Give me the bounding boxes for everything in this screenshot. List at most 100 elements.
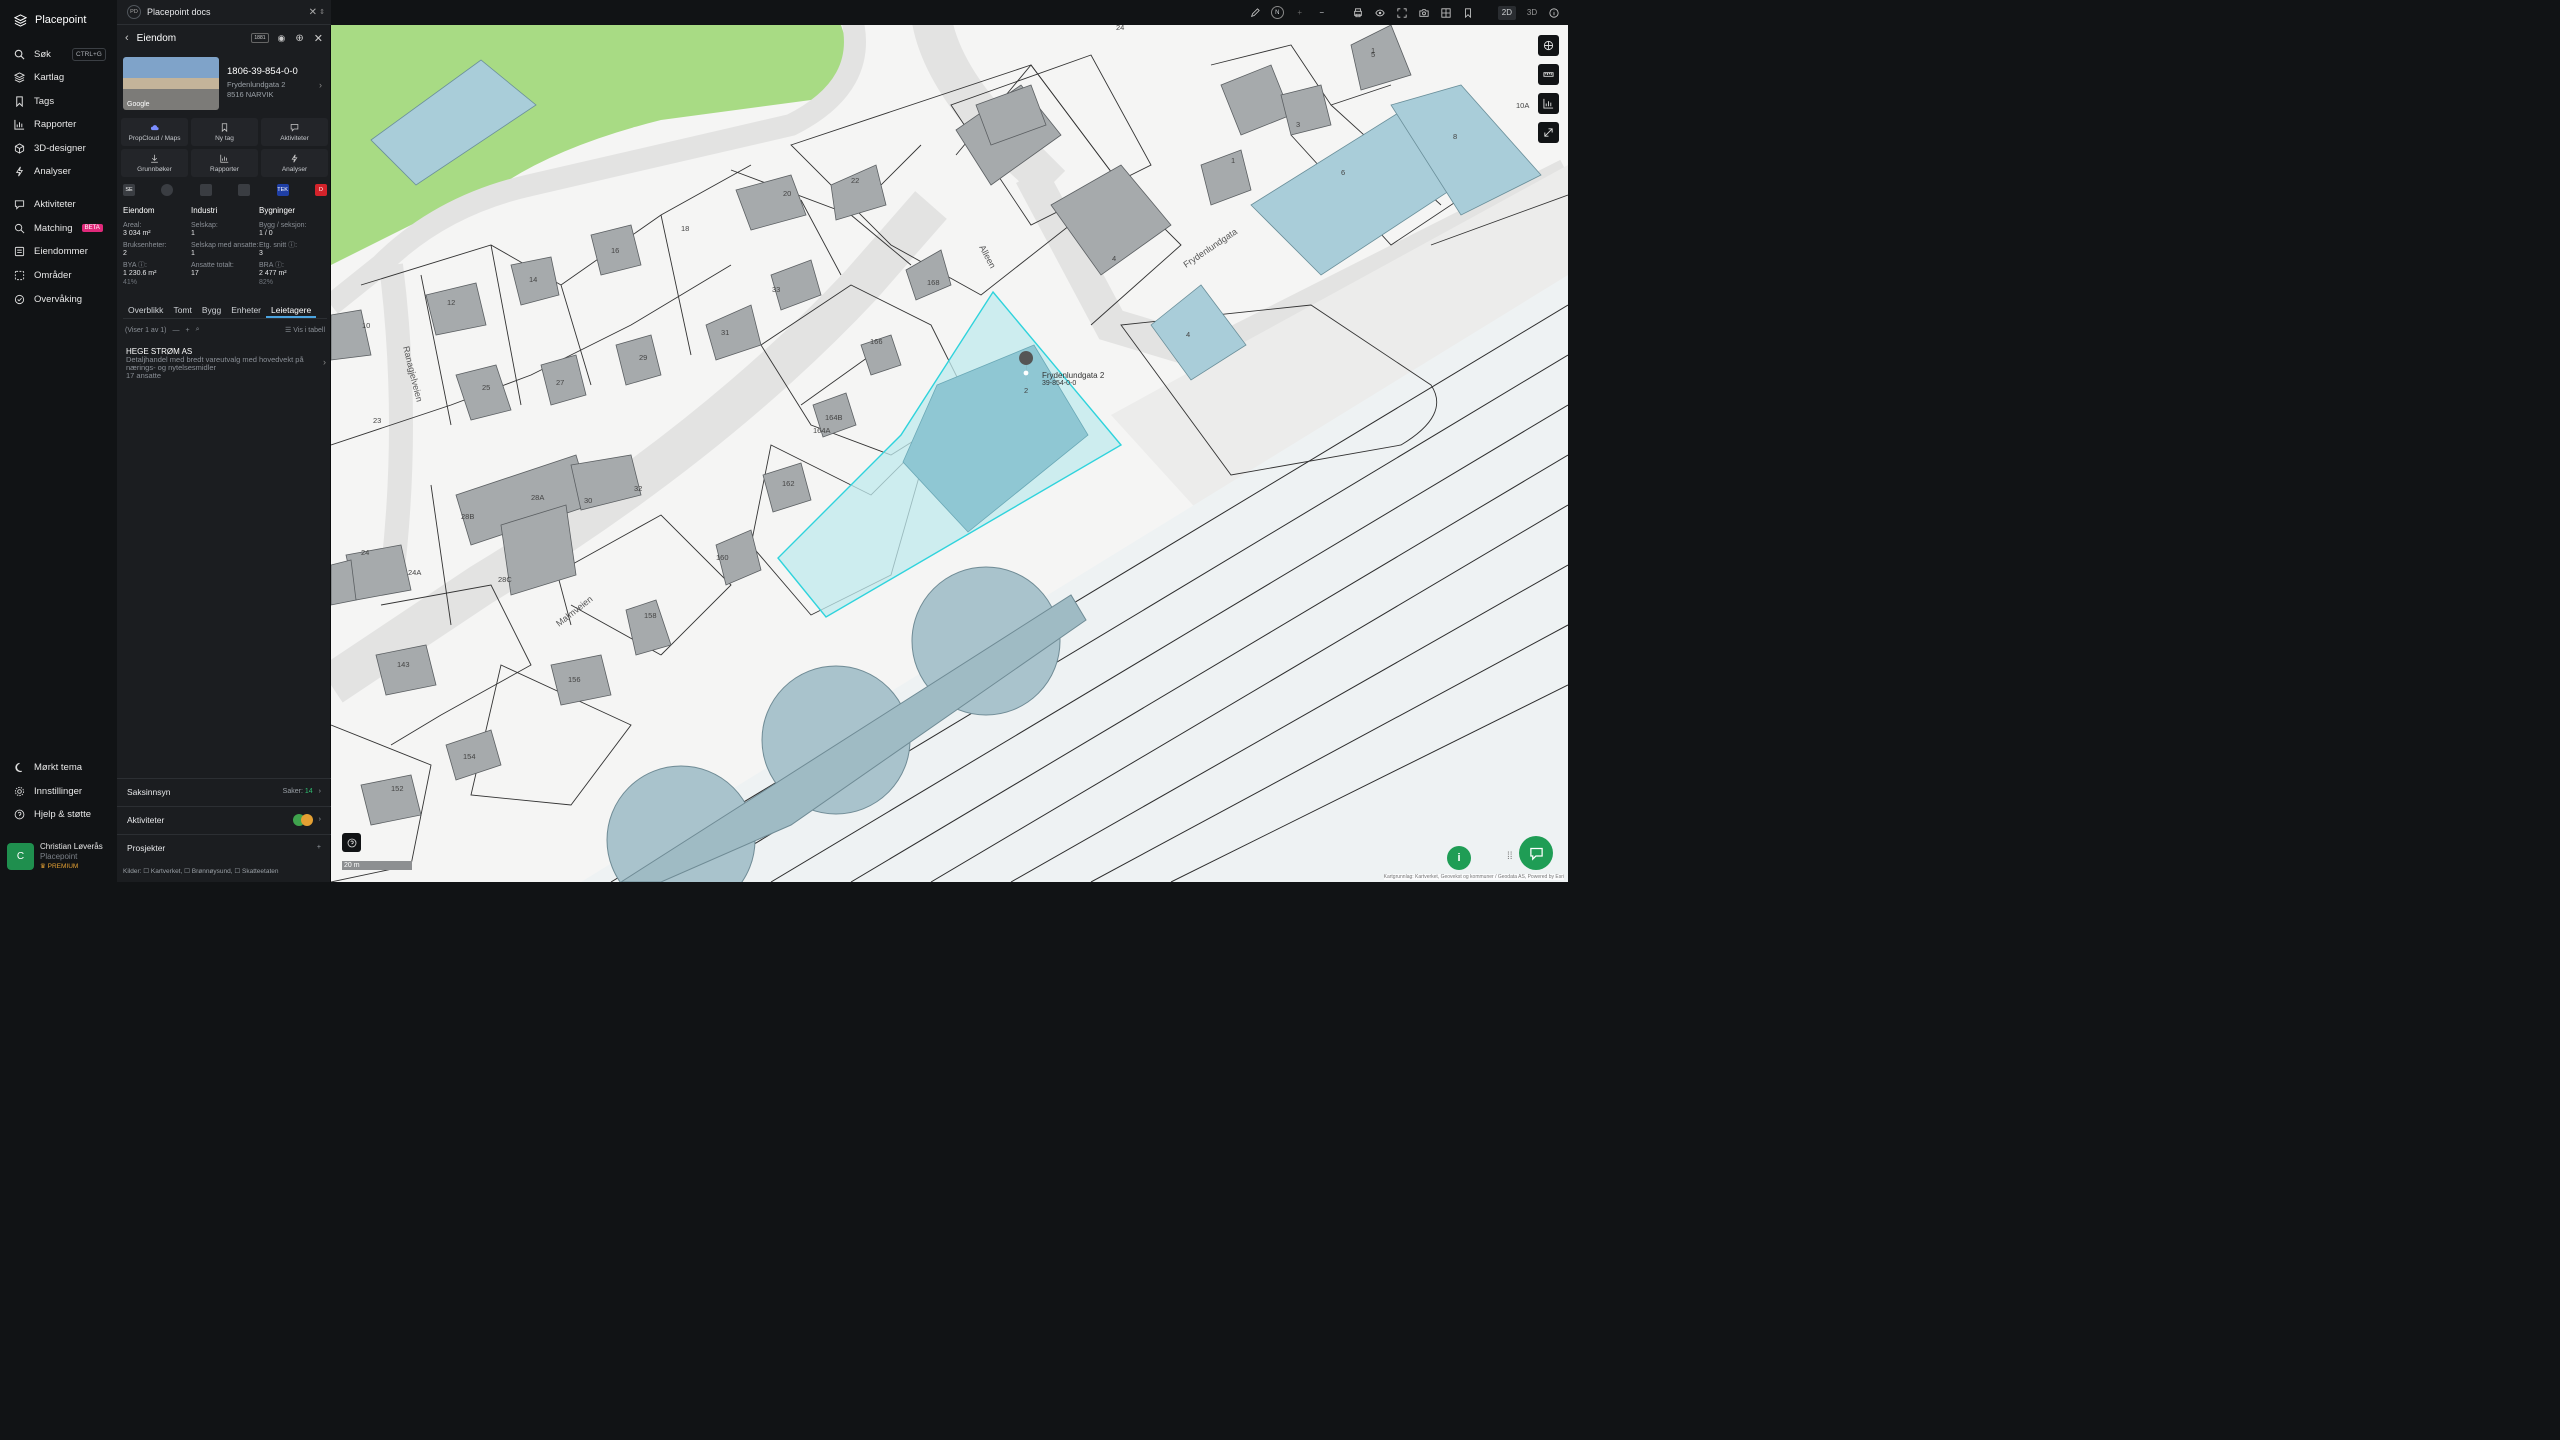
stat-selskap: 1: [191, 230, 195, 237]
grid-icon[interactable]: [1440, 6, 1452, 20]
1881-icon[interactable]: 1881: [251, 33, 269, 43]
nav-search[interactable]: Søk: [14, 45, 51, 63]
eye-icon[interactable]: [1374, 6, 1386, 20]
zoom-out-button[interactable]: −: [1316, 6, 1328, 20]
docs-tab[interactable]: PD Placepoint docs ✕ ⇕: [117, 0, 331, 25]
chevron-right-icon[interactable]: ›: [319, 80, 322, 90]
new-tag-button[interactable]: Ny tag: [191, 118, 258, 146]
user-name: Christian Løverås: [40, 841, 103, 851]
source-plant-icon[interactable]: [199, 184, 212, 196]
layers-tool-icon[interactable]: [1538, 35, 1559, 56]
minus-icon[interactable]: —: [173, 327, 180, 334]
chevron-right-icon: ›: [318, 788, 321, 795]
stat-bra: 2 477 m²: [259, 270, 287, 277]
chart-tool-icon[interactable]: [1538, 93, 1559, 114]
measure-tool-icon[interactable]: [1538, 64, 1559, 85]
selected-address-label: Frydenlundgata 2: [1042, 371, 1105, 380]
nav-matching[interactable]: Matching BETA: [14, 219, 103, 237]
eye-icon[interactable]: ◉: [278, 33, 286, 44]
tab-enheter[interactable]: Enheter: [226, 305, 266, 318]
draw-icon[interactable]: [1249, 6, 1261, 20]
section-title: Prosjekter: [127, 842, 166, 853]
source-se-icon[interactable]: SE: [123, 184, 135, 196]
user-profile[interactable]: C Christian Løverås Placepoint ♛ PREMIUM: [7, 840, 111, 873]
docs-tab-title: Placepoint docs: [147, 7, 211, 17]
source-bars-icon[interactable]: [238, 184, 251, 196]
source-globe-icon[interactable]: [161, 184, 174, 196]
house-number: 4: [1186, 330, 1190, 339]
analyses-button[interactable]: Analyser: [261, 149, 328, 177]
source-d-icon[interactable]: D: [314, 184, 327, 196]
nav-aktiviteter[interactable]: Aktiviteter: [14, 195, 76, 213]
cube-icon: [14, 142, 25, 154]
tab-bygg[interactable]: Bygg: [197, 305, 226, 318]
info-icon[interactable]: [1548, 6, 1560, 20]
nav-analyser[interactable]: Analyser: [14, 162, 71, 180]
reports-button[interactable]: Rapporter: [191, 149, 258, 177]
drag-handle-icon[interactable]: ⁞⁞: [1507, 851, 1513, 862]
house-number: 10A: [1516, 101, 1529, 110]
house-number: 156: [568, 675, 581, 684]
nav-tags[interactable]: Tags: [14, 92, 54, 110]
property-address[interactable]: Frydenlundgata 2 8516 NARVIK: [227, 80, 285, 100]
house-number: 152: [391, 784, 404, 793]
house-number: 166: [870, 337, 883, 346]
transform-tool-icon[interactable]: [1538, 122, 1559, 143]
app-logo[interactable]: Placepoint: [14, 12, 86, 28]
tab-tomt[interactable]: Tomt: [168, 305, 196, 318]
house-number: 23: [373, 416, 381, 425]
source-tek-icon[interactable]: TEK: [276, 184, 289, 196]
north-button[interactable]: N: [1270, 6, 1284, 19]
nav-omrader[interactable]: Områder: [14, 266, 71, 284]
street-view-thumbnail[interactable]: Google: [123, 57, 219, 110]
nav-rapporter[interactable]: Rapporter: [14, 115, 76, 133]
house-number: 24: [1116, 25, 1124, 32]
close-icon[interactable]: ✕: [309, 7, 317, 18]
chevron-right-icon: ›: [323, 357, 326, 367]
plus-icon[interactable]: +: [317, 844, 321, 851]
close-panel-icon[interactable]: ✕: [314, 32, 323, 45]
tab-overblikk[interactable]: Overblikk: [123, 305, 168, 318]
activities-button[interactable]: Aktiviteter: [261, 118, 328, 146]
prosjekter-section[interactable]: Prosjekter +: [117, 834, 331, 860]
zoom-in-button[interactable]: +: [1294, 6, 1306, 20]
map-canvas[interactable]: Frydenlundgata Alleen Ranagjelveien Malm…: [331, 25, 1568, 882]
nav-settings[interactable]: Innstillinger: [14, 782, 82, 800]
saksinnsyn-section[interactable]: Saksinnsyn Saker: 14 ›: [117, 778, 331, 804]
plus-icon[interactable]: +: [186, 327, 190, 334]
info-fab[interactable]: i: [1447, 846, 1471, 870]
nav-dark-theme[interactable]: Mørkt tema: [14, 758, 82, 776]
mode-3d-button[interactable]: 3D: [1526, 6, 1538, 20]
crosshair-icon[interactable]: ⊕: [295, 33, 303, 44]
search-icon[interactable]: ⌕: [196, 326, 200, 334]
map-side-tools: [1538, 35, 1559, 143]
tab-leietagere[interactable]: Leietagere: [266, 305, 317, 318]
beta-badge: BETA: [81, 224, 103, 232]
camera-icon[interactable]: [1418, 6, 1430, 20]
bolt-icon: [291, 154, 298, 162]
house-number: 160: [716, 553, 729, 562]
house-number: 28C: [498, 575, 512, 584]
stat-label: BRA ⓘ:: [259, 261, 284, 269]
table-view-button[interactable]: ☰ Vis i tabell: [285, 326, 325, 334]
mode-2d-button[interactable]: 2D: [1497, 5, 1516, 20]
back-arrow-icon[interactable]: ‹: [125, 32, 129, 44]
map-help-button[interactable]: [342, 833, 361, 852]
user-org: Placepoint: [40, 851, 78, 861]
propcloud-button[interactable]: PropCloud / Maps: [121, 118, 188, 146]
nav-3d-designer[interactable]: 3D-designer: [14, 139, 86, 157]
list-item[interactable]: HEGE STRØM AS Detaljhandel med bredt var…: [126, 348, 326, 380]
nav-help[interactable]: Hjelp & støtte: [14, 805, 91, 823]
nav-eiendommer[interactable]: Eiendommer: [14, 242, 88, 260]
nav-label: Områder: [34, 269, 72, 281]
fullscreen-icon[interactable]: [1396, 6, 1408, 20]
print-icon[interactable]: [1352, 6, 1364, 20]
expand-icon[interactable]: ⇕: [319, 8, 325, 16]
nav-kartlag[interactable]: Kartlag: [14, 68, 64, 86]
grunnboker-button[interactable]: Grunnbøker: [121, 149, 188, 177]
bookmark-icon[interactable]: [1462, 6, 1474, 20]
aktiviteter-section[interactable]: Aktiviteter ›: [117, 806, 331, 832]
nav-overvaking[interactable]: Overvåking: [14, 290, 82, 308]
chat-fab[interactable]: [1519, 836, 1553, 870]
stat-label: Areal:: [123, 221, 142, 229]
